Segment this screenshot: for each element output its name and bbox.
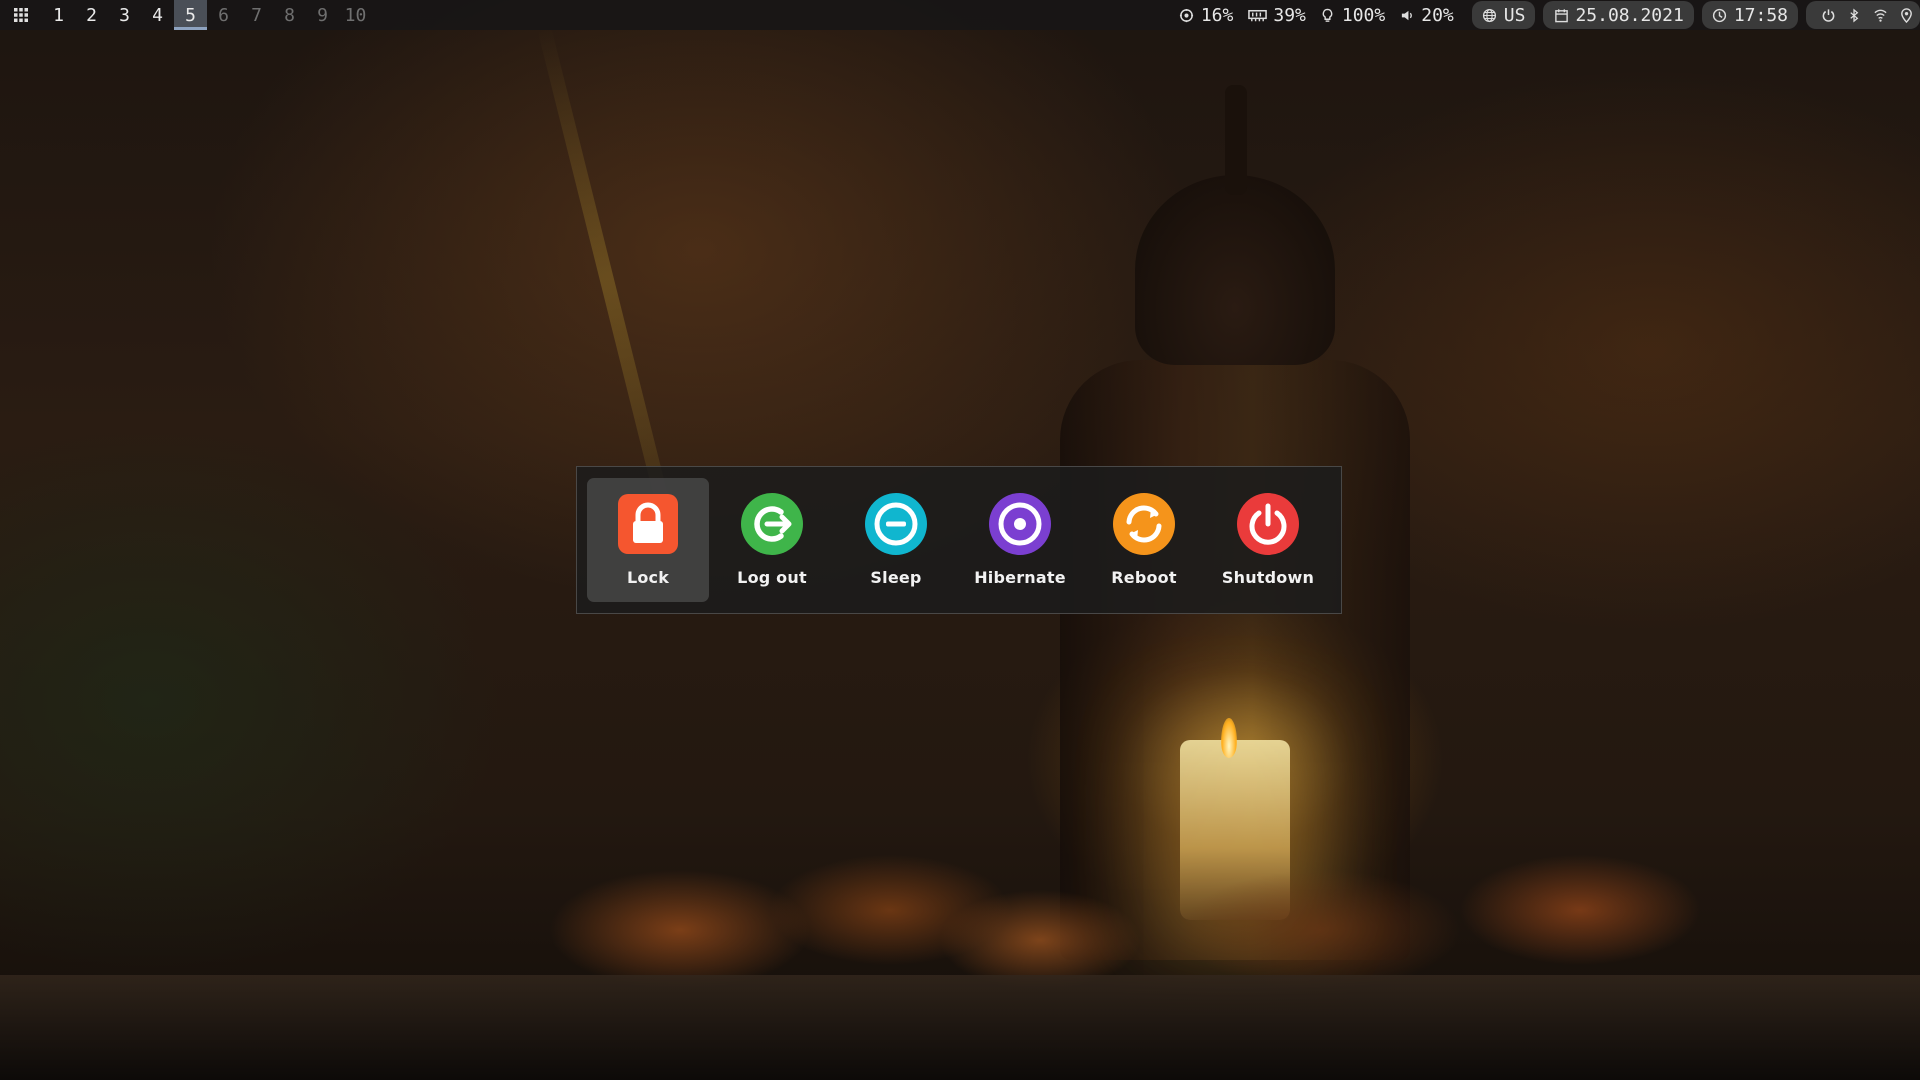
wallpaper-lantern-dome	[1135, 175, 1335, 365]
globe-icon	[1482, 7, 1498, 23]
memory-usage: 39%	[1273, 4, 1306, 26]
power-icon[interactable]	[1820, 7, 1836, 23]
logout-label: Log out	[737, 568, 807, 587]
memory-icon	[1247, 7, 1267, 23]
sleep-label: Sleep	[870, 568, 922, 587]
wallpaper-flame	[1221, 718, 1237, 758]
status-area: 16% 39% 100% 20% US 25.08.2021 17:58	[1169, 0, 1920, 30]
location-icon[interactable]	[1898, 7, 1914, 23]
wallpaper-lantern-finial	[1225, 85, 1247, 195]
wallpaper-leaves	[420, 820, 1770, 1000]
hibernate-icon	[989, 493, 1051, 555]
lock-label: Lock	[626, 568, 670, 587]
hibernate-button[interactable]: Hibernate	[959, 478, 1081, 602]
reboot-icon	[1113, 493, 1175, 555]
lightbulb-icon	[1320, 7, 1336, 23]
workspace-10[interactable]: 10	[339, 0, 372, 30]
sleep-button[interactable]: Sleep	[835, 478, 957, 602]
workspace-3[interactable]: 3	[108, 0, 141, 30]
workspace-6[interactable]: 6	[207, 0, 240, 30]
brightness-level[interactable]: 100%	[1342, 5, 1385, 26]
calendar-icon	[1553, 7, 1569, 23]
keyboard-layout-label: US	[1503, 4, 1526, 26]
workspace-1[interactable]: 1	[42, 0, 75, 30]
wifi-icon[interactable]	[1872, 7, 1888, 23]
power-icon	[1237, 493, 1299, 555]
cpu-icon	[1179, 7, 1195, 23]
wallpaper-ground	[0, 975, 1920, 1080]
hibernate-label: Hibernate	[974, 568, 1066, 587]
workspace-2[interactable]: 2	[75, 0, 108, 30]
reboot-label: Reboot	[1111, 568, 1177, 587]
top-bar: 12345678910 16% 39% 100% 20% US	[0, 0, 1920, 30]
app-launcher-button[interactable]	[0, 0, 42, 30]
reboot-button[interactable]: Reboot	[1083, 478, 1205, 602]
shutdown-button[interactable]: Shutdown	[1207, 478, 1329, 602]
date-label: 25.08.2021	[1575, 4, 1684, 26]
date-widget[interactable]: 25.08.2021	[1543, 1, 1694, 29]
system-tray	[1806, 1, 1920, 29]
cpu-usage: 16%	[1200, 4, 1234, 26]
system-stats: 16% 39% 100% 20%	[1169, 0, 1464, 30]
lock-icon	[618, 494, 678, 554]
wallpaper-lantern	[1060, 360, 1410, 960]
wallpaper-candle	[1180, 740, 1290, 920]
lock-button[interactable]: Lock	[587, 478, 709, 602]
workspace-8[interactable]: 8	[273, 0, 306, 30]
sleep-icon	[865, 493, 927, 555]
speaker-icon	[1399, 7, 1415, 23]
workspace-7[interactable]: 7	[240, 0, 273, 30]
wallpaper-branch	[537, 26, 677, 534]
workspace-switcher: 1 2 3 4 5 6 7 8 9 10	[42, 0, 372, 30]
workspace-4[interactable]: 4	[141, 0, 174, 30]
workspace-9[interactable]: 9	[306, 0, 339, 30]
volume-level[interactable]: 20%	[1421, 5, 1454, 26]
logout-icon	[741, 493, 803, 555]
bluetooth-icon[interactable]	[1846, 7, 1862, 23]
time-label: 17:58	[1733, 4, 1788, 26]
shutdown-label: Shutdown	[1221, 568, 1315, 587]
app-grid-icon	[14, 8, 28, 22]
logout-button[interactable]: Log out	[711, 478, 833, 602]
keyboard-layout[interactable]: US	[1471, 1, 1536, 29]
power-menu: Lock Log out Sleep Hibernate Reboot Shut…	[576, 466, 1342, 614]
clock-widget[interactable]: 17:58	[1701, 1, 1798, 29]
clock-icon	[1712, 7, 1728, 23]
workspace-5[interactable]: 5	[174, 0, 207, 30]
